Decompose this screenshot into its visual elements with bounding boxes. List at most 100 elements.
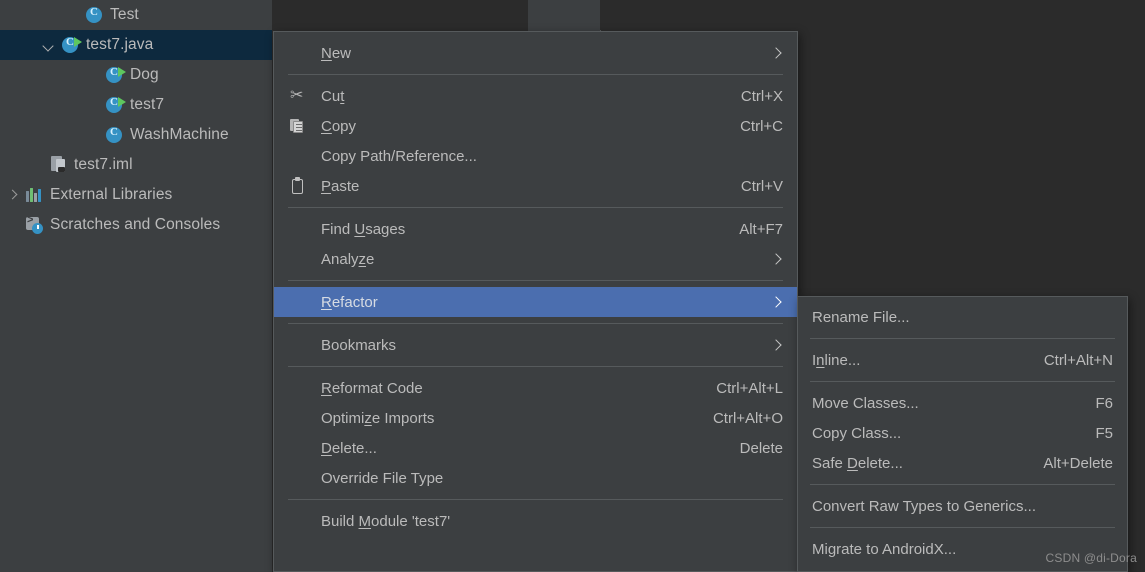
menu-item-shortcut: Alt+Delete	[1043, 454, 1113, 472]
menu-item-bookmarks[interactable]: Bookmarks	[274, 330, 797, 360]
menu-item-paste[interactable]: Paste Ctrl+V	[274, 171, 797, 201]
tree-row-test[interactable]: Test	[0, 0, 272, 30]
menu-label-post: efactor	[331, 293, 378, 311]
libraries-icon	[24, 185, 44, 205]
menu-icon-placeholder	[288, 438, 308, 458]
menu-label-pre: Cu	[321, 87, 341, 105]
module-file-icon	[48, 155, 68, 175]
menu-item-refactor[interactable]: Refactor	[274, 287, 797, 317]
menu-item-rename-file[interactable]: Rename File...	[798, 302, 1127, 332]
menu-item-convert-raw-types-to-generics[interactable]: Convert Raw Types to Generics...	[798, 491, 1127, 521]
menu-icon-placeholder	[288, 335, 308, 355]
java-class-runnable-icon	[60, 35, 82, 55]
chevron-right-icon[interactable]	[6, 188, 20, 202]
menu-icon-placeholder	[288, 408, 308, 428]
menu-label-pre: Copy Class...	[812, 424, 902, 442]
menu-separator	[288, 280, 783, 281]
refactor-submenu[interactable]: Rename File... Inline... Ctrl+Alt+N Move Cl…	[797, 296, 1128, 572]
menu-label-post: elete...	[857, 454, 903, 472]
libraries-glyph	[24, 185, 44, 205]
menu-item-copy[interactable]: Copy Ctrl+C	[274, 111, 797, 141]
menu-item-inline[interactable]: Inline... Ctrl+Alt+N	[798, 345, 1127, 375]
menu-item-shortcut: F6	[1095, 394, 1113, 412]
cut-icon: ✂	[288, 86, 308, 106]
tree-row-test7-iml[interactable]: test7.iml	[0, 150, 272, 180]
menu-item-shortcut: Ctrl+Alt+N	[1043, 351, 1113, 369]
menu-label-pre: Analy	[321, 250, 359, 268]
tree-row-dog[interactable]: Dog	[0, 60, 272, 90]
menu-item-delete[interactable]: Delete... Delete	[274, 433, 797, 463]
menu-item-label: Build Module 'test7'	[321, 513, 783, 530]
menu-item-build-module[interactable]: Build Module 'test7'	[274, 506, 797, 536]
menu-label-post: eformat Code	[331, 379, 423, 397]
menu-item-safe-delete[interactable]: Safe Delete... Alt+Delete	[798, 448, 1127, 478]
menu-separator	[288, 74, 783, 75]
class-glyph	[62, 36, 82, 53]
menu-label-pre: Move Classes...	[812, 394, 919, 412]
menu-label-mnemonic: z	[364, 409, 372, 427]
menu-separator	[810, 338, 1115, 339]
menu-item-optimize-imports[interactable]: Optimize Imports Ctrl+Alt+O	[274, 403, 797, 433]
menu-item-move-classes[interactable]: Move Classes... F6	[798, 388, 1127, 418]
menu-label-mnemonic: U	[354, 220, 366, 238]
java-class-runnable-icon	[104, 95, 126, 115]
csdn-watermark: CSDN @di-Dora	[1045, 551, 1137, 565]
project-tool-window[interactable]: Test test7.java Dog test7 WashMachine test7.i…	[0, 0, 272, 572]
menu-item-cut[interactable]: ✂ Cut Ctrl+X	[274, 81, 797, 111]
menu-item-override-file-type[interactable]: Override File Type	[274, 463, 797, 493]
menu-label-mnemonic: z	[358, 250, 367, 268]
menu-item-copy-class[interactable]: Copy Class... F5	[798, 418, 1127, 448]
menu-item-label: Move Classes...	[812, 395, 1071, 412]
menu-label-mnemonic: M	[358, 512, 372, 530]
menu-label-mnemonic: D	[321, 439, 332, 457]
menu-item-label: Analyze	[321, 251, 751, 268]
menu-item-label: Reformat Code	[321, 380, 692, 397]
menu-label-post: sages	[365, 220, 406, 238]
chevron-down-icon[interactable]	[42, 38, 56, 52]
menu-item-label: Paste	[321, 178, 717, 195]
menu-icon-placeholder	[288, 292, 308, 312]
file-context-menu[interactable]: New ✂ Cut Ctrl+X Copy Ctrl+C Copy Path/Referen…	[273, 31, 798, 572]
menu-label-post: aste	[331, 177, 360, 195]
menu-label-pre: Override File Type	[321, 469, 444, 487]
menu-item-label: New	[321, 45, 751, 62]
menu-item-shortcut: F5	[1095, 424, 1113, 442]
menu-item-label: Copy Path/Reference...	[321, 148, 783, 165]
java-class-runnable-icon	[104, 65, 126, 85]
menu-label-post: opy	[331, 117, 357, 135]
tree-arrow-placeholder	[86, 98, 100, 112]
menu-label-pre: Copy Path/Reference...	[321, 147, 477, 165]
tree-item-label: test7	[130, 96, 165, 113]
menu-label-mnemonic: N	[321, 44, 332, 62]
tree-row-external-libraries[interactable]: External Libraries	[0, 180, 272, 210]
tree-row-scratches-and-consoles[interactable]: Scratches and Consoles	[0, 210, 272, 240]
menu-item-label: Safe Delete...	[812, 455, 1019, 472]
library-bar	[30, 188, 33, 202]
menu-label-post: odule 'test7'	[371, 512, 451, 530]
menu-label-pre: Optimi	[321, 409, 365, 427]
menu-item-shortcut: Ctrl+V	[740, 177, 783, 195]
menu-item-analyze[interactable]: Analyze	[274, 244, 797, 274]
menu-item-shortcut: Ctrl+C	[740, 117, 783, 135]
menu-item-label: Delete...	[321, 440, 716, 457]
class-glyph	[106, 66, 126, 83]
tree-row-test7-java[interactable]: test7.java	[0, 30, 272, 60]
menu-separator	[810, 381, 1115, 382]
menu-item-reformat-code[interactable]: Reformat Code Ctrl+Alt+L	[274, 373, 797, 403]
menu-label-post: line...	[824, 351, 861, 369]
menu-separator	[288, 499, 783, 500]
menu-item-copy-path-reference[interactable]: Copy Path/Reference...	[274, 141, 797, 171]
menu-icon-placeholder	[288, 43, 308, 63]
library-bar	[38, 189, 41, 202]
menu-label-post: e	[366, 250, 375, 268]
tree-row-washmachine[interactable]: WashMachine	[0, 120, 272, 150]
scissors-glyph: ✂	[290, 87, 304, 104]
submenu-arrow-icon	[771, 252, 783, 266]
menu-separator	[288, 207, 783, 208]
menu-item-find-usages[interactable]: Find Usages Alt+F7	[274, 214, 797, 244]
tree-row-test7[interactable]: test7	[0, 90, 272, 120]
paste-icon	[288, 176, 308, 196]
menu-item-new[interactable]: New	[274, 38, 797, 68]
menu-item-label: Bookmarks	[321, 337, 751, 354]
